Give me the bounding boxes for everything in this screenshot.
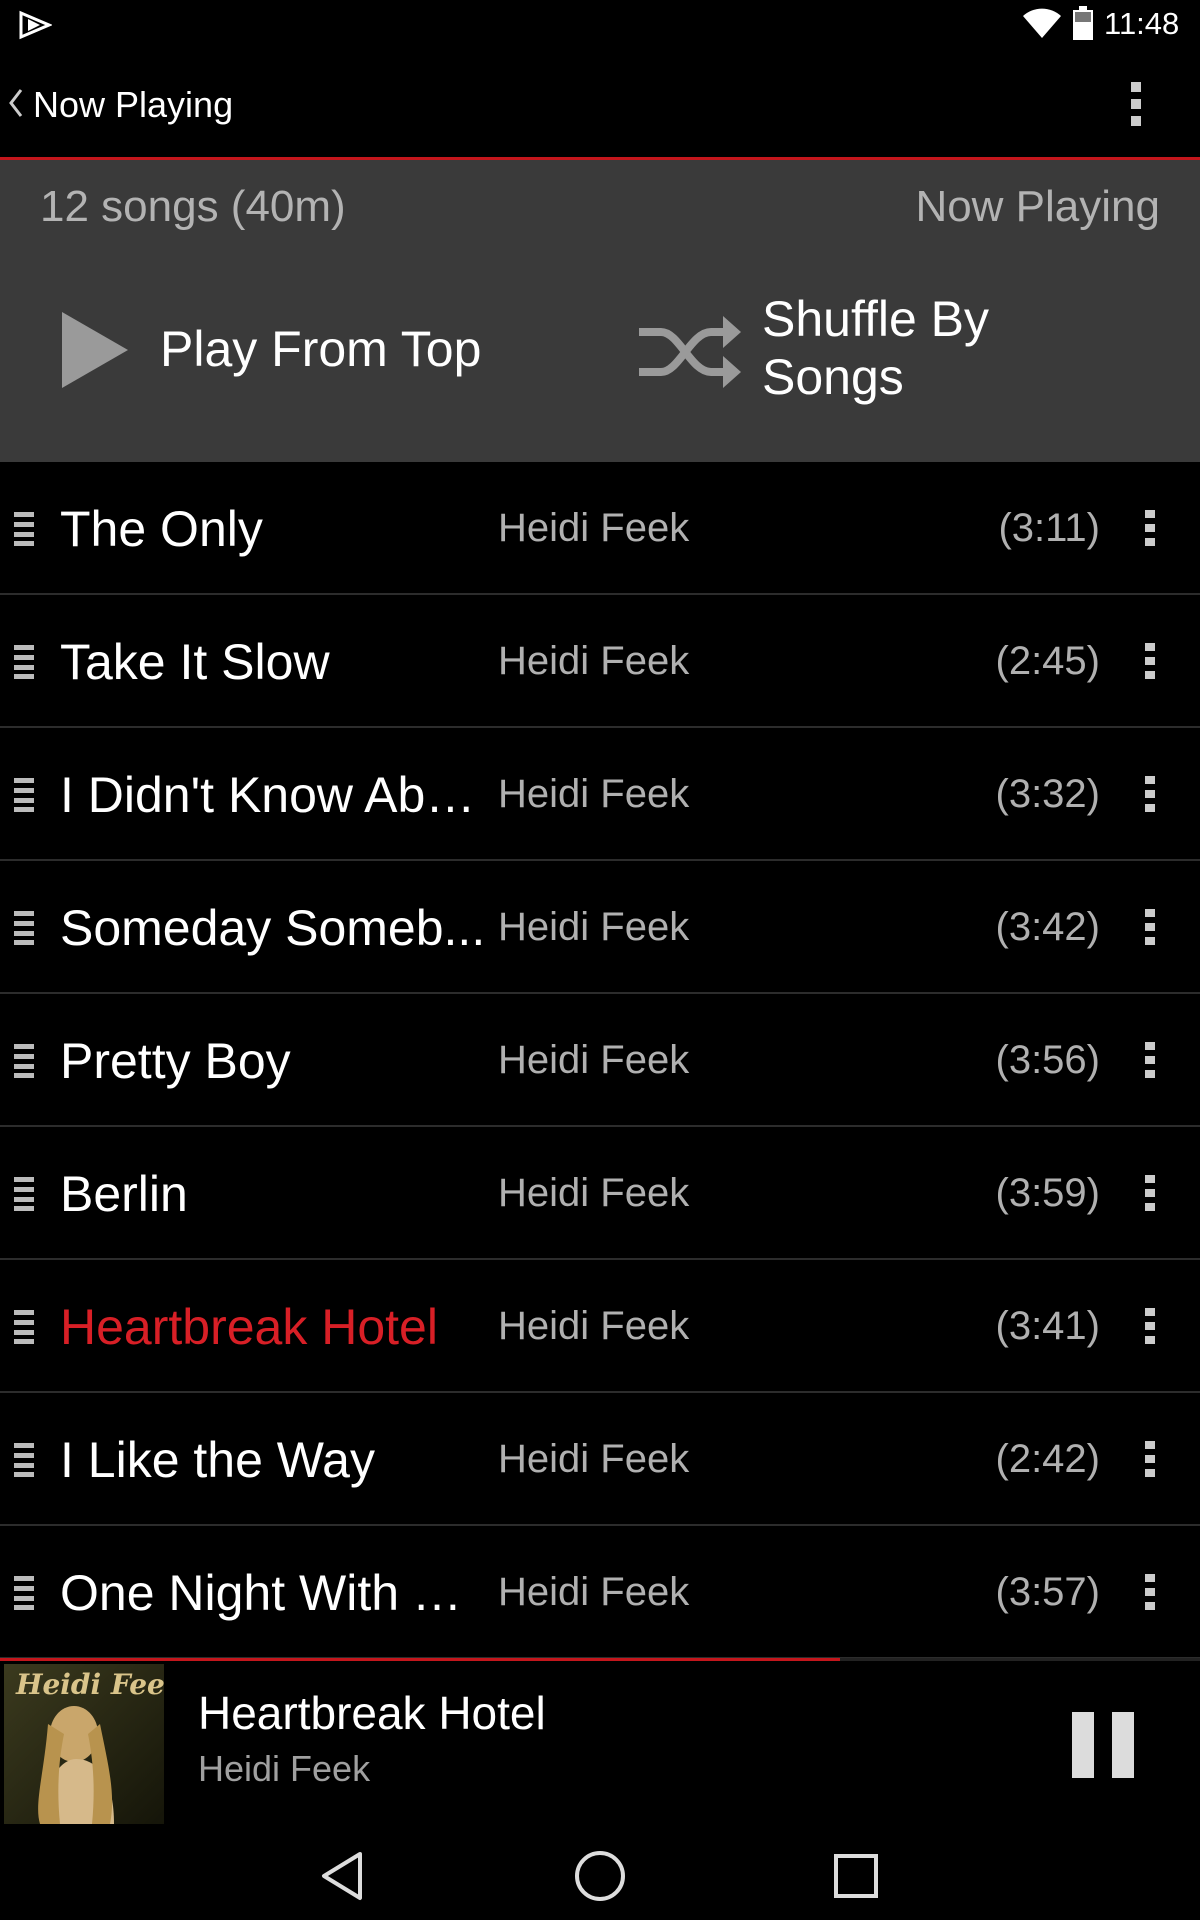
drag-handle-icon[interactable]: [14, 1443, 34, 1477]
song-title: Take It Slow: [60, 634, 330, 690]
svg-text:Heidi Feek: Heidi Feek: [15, 1668, 164, 1701]
song-duration: (3:56): [995, 1038, 1101, 1082]
play-from-top-label: Play From Top: [160, 321, 482, 377]
drag-handle-icon[interactable]: [14, 778, 34, 812]
song-row[interactable]: The Only Heidi Feek (3:11): [0, 462, 1200, 595]
song-duration: (2:45): [995, 639, 1101, 683]
drag-handle-icon[interactable]: [14, 645, 34, 679]
song-duration: (3:41): [995, 1304, 1101, 1348]
song-more-options-icon[interactable]: [1140, 1040, 1160, 1080]
battery-icon: [1073, 6, 1093, 40]
overflow-menu-icon[interactable]: [1124, 80, 1148, 128]
shuffle-by-songs-label: Shuffle By Songs: [762, 291, 990, 405]
song-row[interactable]: Take It Slow Heidi Feek (2:45): [0, 595, 1200, 728]
song-artist: Heidi Feek: [498, 506, 690, 550]
drag-handle-icon[interactable]: [14, 911, 34, 945]
album-art-image[interactable]: Heidi Feek: [4, 1664, 164, 1824]
back-chevron-icon[interactable]: [8, 88, 24, 118]
song-duration: (3:11): [998, 506, 1100, 550]
song-artist: Heidi Feek: [498, 1570, 690, 1614]
song-duration: (2:42): [995, 1437, 1101, 1481]
song-row[interactable]: Berlin Heidi Feek (3:59): [0, 1127, 1200, 1260]
wifi-icon: [1023, 8, 1061, 38]
song-more-options-icon[interactable]: [1140, 1439, 1160, 1479]
song-artist: Heidi Feek: [498, 1304, 690, 1348]
now-playing-label: Now Playing: [915, 182, 1160, 231]
now-playing-artist: Heidi Feek: [198, 1748, 371, 1789]
song-row[interactable]: I Didn't Know Abo... Heidi Feek (3:32): [0, 728, 1200, 861]
mini-player[interactable]: Heidi Feek Heartbreak Hotel Heidi Feek: [0, 1658, 1200, 1828]
song-duration: (3:59): [995, 1171, 1101, 1215]
song-title: Berlin: [60, 1166, 188, 1222]
song-title: One Night With You: [60, 1565, 488, 1621]
shuffle-icon: [639, 316, 741, 388]
song-artist: Heidi Feek: [498, 772, 690, 816]
song-artist: Heidi Feek: [498, 1437, 690, 1481]
song-title: Pretty Boy: [60, 1033, 291, 1089]
app-notification-icon: [19, 10, 52, 40]
song-duration: (3:32): [995, 772, 1101, 816]
song-list: The Only Heidi Feek (3:11) Take It Slow Heid…: [0, 462, 1200, 1658]
song-more-options-icon[interactable]: [1140, 907, 1160, 947]
song-title: Someday Someb...: [60, 900, 486, 956]
status-clock: 11:48: [1104, 6, 1180, 41]
song-title: The Only: [60, 501, 263, 557]
drag-handle-icon[interactable]: [14, 1310, 34, 1344]
page-title[interactable]: Now Playing: [33, 84, 233, 126]
song-count: 12 songs (40m): [40, 182, 346, 231]
pause-icon[interactable]: [1066, 1708, 1140, 1782]
system-nav-bar: [0, 1828, 1200, 1920]
song-duration: (3:57): [995, 1570, 1101, 1614]
song-more-options-icon[interactable]: [1140, 641, 1160, 681]
song-title: I Didn't Know Abo...: [60, 767, 488, 823]
song-artist: Heidi Feek: [498, 1171, 690, 1215]
song-artist: Heidi Feek: [498, 905, 690, 949]
song-row[interactable]: Pretty Boy Heidi Feek (3:56): [0, 994, 1200, 1127]
back-icon[interactable]: [312, 1846, 372, 1906]
drag-handle-icon[interactable]: [14, 1576, 34, 1610]
recents-icon[interactable]: [826, 1846, 886, 1906]
song-more-options-icon[interactable]: [1140, 1306, 1160, 1346]
song-row[interactable]: I Like the Way Heidi Feek (2:42): [0, 1393, 1200, 1526]
song-duration: (3:42): [995, 905, 1101, 949]
play-icon: [62, 312, 128, 388]
drag-handle-icon[interactable]: [14, 1177, 34, 1211]
song-row[interactable]: Heartbreak Hotel Heidi Feek (3:41): [0, 1260, 1200, 1393]
action-bar: Now Playing: [0, 50, 1200, 160]
song-artist: Heidi Feek: [498, 1038, 690, 1082]
play-from-top-button[interactable]: Play From Top: [40, 310, 560, 440]
drag-handle-icon[interactable]: [14, 512, 34, 546]
playback-progress-track: [0, 1658, 1200, 1661]
song-more-options-icon[interactable]: [1140, 1173, 1160, 1213]
status-bar: 11:48: [0, 0, 1200, 50]
song-more-options-icon[interactable]: [1140, 508, 1160, 548]
song-title: Heartbreak Hotel: [60, 1299, 438, 1355]
shuffle-by-songs-button[interactable]: Shuffle By Songs: [630, 291, 1170, 460]
song-title: I Like the Way: [60, 1432, 375, 1488]
playlist-header: 12 songs (40m) Now Playing Play From Top…: [0, 160, 1200, 462]
playback-progress-fill: [0, 1658, 840, 1661]
song-row[interactable]: One Night With You Heidi Feek (3:57): [0, 1526, 1200, 1658]
drag-handle-icon[interactable]: [14, 1044, 34, 1078]
home-icon[interactable]: [570, 1846, 630, 1906]
now-playing-title[interactable]: Heartbreak Hotel: [198, 1686, 546, 1740]
song-more-options-icon[interactable]: [1140, 774, 1160, 814]
song-artist: Heidi Feek: [498, 639, 690, 683]
song-more-options-icon[interactable]: [1140, 1572, 1160, 1612]
song-row[interactable]: Someday Someb... Heidi Feek (3:42): [0, 861, 1200, 994]
